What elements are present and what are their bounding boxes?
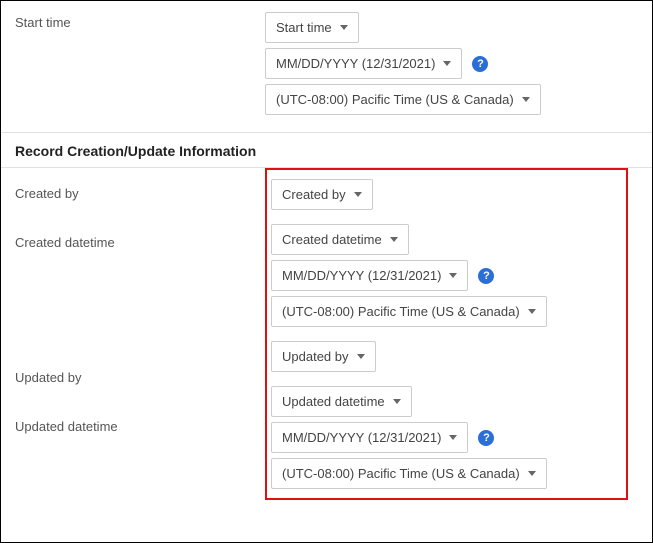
updated-datetime-dateformat-text: MM/DD/YYYY (12/31/2021) xyxy=(282,430,441,445)
created-by-label: Created by xyxy=(15,168,265,201)
start-time-label: Start time xyxy=(15,5,265,122)
created-datetime-timezone-select[interactable]: (UTC-08:00) Pacific Time (US & Canada) xyxy=(271,296,547,327)
chevron-down-icon xyxy=(354,192,362,197)
chevron-down-icon xyxy=(393,399,401,404)
updated-datetime-timezone-text: (UTC-08:00) Pacific Time (US & Canada) xyxy=(282,466,520,481)
created-datetime-field-text: Created datetime xyxy=(282,232,382,247)
updated-by-select[interactable]: Updated by xyxy=(271,341,376,372)
created-datetime-dateformat-text: MM/DD/YYYY (12/31/2021) xyxy=(282,268,441,283)
start-time-field-select[interactable]: Start time xyxy=(265,12,359,43)
created-by-select[interactable]: Created by xyxy=(271,179,373,210)
start-time-dateformat-text: MM/DD/YYYY (12/31/2021) xyxy=(276,56,435,71)
created-by-select-text: Created by xyxy=(282,187,346,202)
chevron-down-icon xyxy=(443,61,451,66)
row-start-time: Start time Start time MM/DD/YYYY (12/31/… xyxy=(1,1,652,124)
created-datetime-dateformat-select[interactable]: MM/DD/YYYY (12/31/2021) xyxy=(271,260,468,291)
start-time-dateformat-select[interactable]: MM/DD/YYYY (12/31/2021) xyxy=(265,48,462,79)
created-datetime-field-select[interactable]: Created datetime xyxy=(271,224,409,255)
created-datetime-label: Created datetime xyxy=(15,201,265,250)
record-info-block: Created by Created datetime Updated by U… xyxy=(1,168,652,500)
updated-datetime-field-text: Updated datetime xyxy=(282,394,385,409)
updated-datetime-timezone-select[interactable]: (UTC-08:00) Pacific Time (US & Canada) xyxy=(271,458,547,489)
chevron-down-icon xyxy=(390,237,398,242)
chevron-down-icon xyxy=(449,273,457,278)
record-controls-highlight: Created by Created datetime MM/DD/YYYY (… xyxy=(265,168,628,500)
created-datetime-timezone-text: (UTC-08:00) Pacific Time (US & Canada) xyxy=(282,304,520,319)
start-time-timezone-select[interactable]: (UTC-08:00) Pacific Time (US & Canada) xyxy=(265,84,541,115)
chevron-down-icon xyxy=(522,97,530,102)
start-time-field-select-text: Start time xyxy=(276,20,332,35)
start-time-controls: Start time MM/DD/YYYY (12/31/2021) ? (UT… xyxy=(265,5,638,122)
help-icon[interactable]: ? xyxy=(478,430,494,446)
chevron-down-icon xyxy=(528,471,536,476)
help-icon[interactable]: ? xyxy=(472,56,488,72)
help-icon[interactable]: ? xyxy=(478,268,494,284)
record-labels-col: Created by Created datetime Updated by U… xyxy=(15,168,265,500)
updated-by-label: Updated by xyxy=(15,250,265,385)
updated-by-select-text: Updated by xyxy=(282,349,349,364)
chevron-down-icon xyxy=(340,25,348,30)
section-title: Record Creation/Update Information xyxy=(15,143,256,159)
updated-datetime-dateformat-select[interactable]: MM/DD/YYYY (12/31/2021) xyxy=(271,422,468,453)
updated-datetime-label: Updated datetime xyxy=(15,385,265,434)
section-header: Record Creation/Update Information xyxy=(1,132,652,168)
chevron-down-icon xyxy=(528,309,536,314)
chevron-down-icon xyxy=(357,354,365,359)
start-time-timezone-text: (UTC-08:00) Pacific Time (US & Canada) xyxy=(276,92,514,107)
chevron-down-icon xyxy=(449,435,457,440)
updated-datetime-field-select[interactable]: Updated datetime xyxy=(271,386,412,417)
